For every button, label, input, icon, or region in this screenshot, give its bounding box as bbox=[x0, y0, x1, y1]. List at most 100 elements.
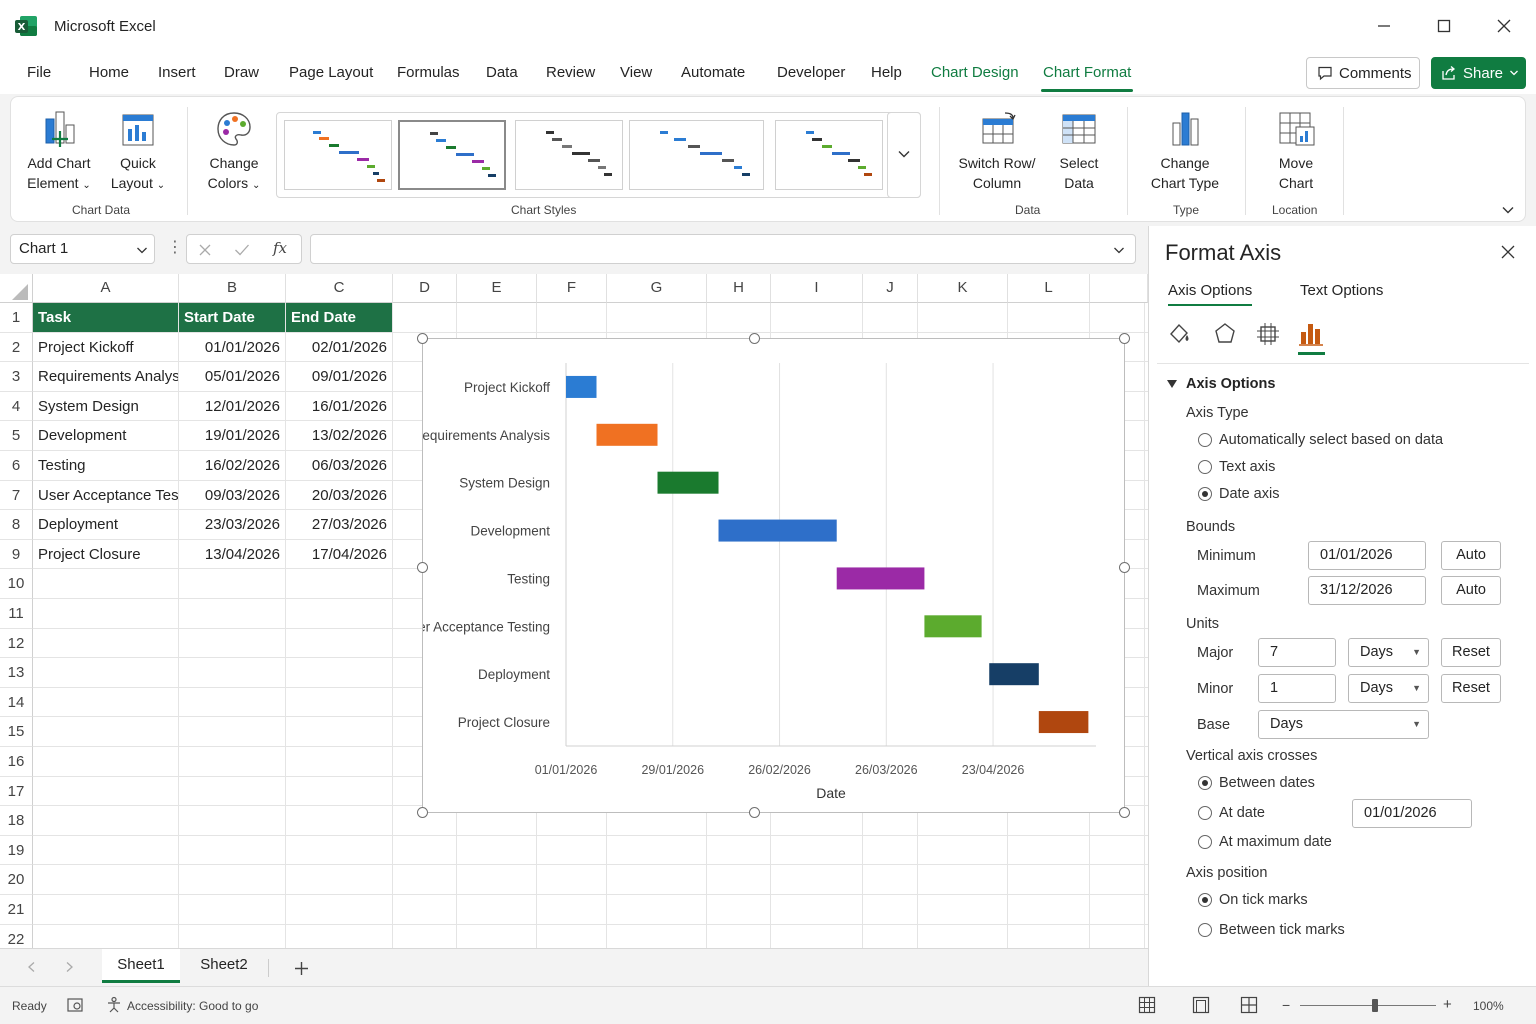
table-cell[interactable]: 16/01/2026 bbox=[286, 391, 393, 422]
table-cell[interactable]: 23/03/2026 bbox=[179, 510, 286, 540]
tab-review[interactable]: Review bbox=[546, 64, 595, 81]
table-cell[interactable]: Project Closure bbox=[33, 539, 179, 570]
zoom-in-button[interactable]: + bbox=[1443, 996, 1452, 1013]
table-cell[interactable]: 12/01/2026 bbox=[179, 391, 286, 422]
chart-style-3[interactable] bbox=[515, 120, 623, 190]
table-header-cell[interactable]: Start Date bbox=[179, 303, 286, 333]
zoom-level[interactable]: 100% bbox=[1473, 999, 1504, 1013]
select-all-corner[interactable] bbox=[0, 274, 33, 303]
table-cell[interactable]: 06/03/2026 bbox=[286, 451, 393, 481]
resize-handle-top[interactable] bbox=[749, 333, 760, 344]
row-header-19[interactable]: 19 bbox=[0, 835, 33, 866]
add-sheet-icon[interactable] bbox=[294, 961, 309, 976]
column-header-b[interactable]: B bbox=[179, 274, 286, 303]
fill-line-icon[interactable] bbox=[1166, 321, 1192, 347]
size-properties-icon[interactable] bbox=[1255, 321, 1281, 347]
table-cell[interactable]: Testing bbox=[33, 451, 179, 481]
minor-unit-select[interactable]: Days ▼ bbox=[1348, 674, 1429, 703]
resize-handle-left[interactable] bbox=[417, 562, 428, 573]
row-header-16[interactable]: 16 bbox=[0, 747, 33, 777]
column-header-d[interactable]: D bbox=[393, 274, 457, 303]
zoom-slider-track[interactable] bbox=[1300, 1005, 1436, 1006]
row-header-12[interactable]: 12 bbox=[0, 628, 33, 659]
row-header-8[interactable]: 8 bbox=[0, 510, 33, 540]
change-chart-type-button[interactable]: Change Chart Type bbox=[1141, 109, 1229, 193]
normal-view-icon[interactable] bbox=[1138, 996, 1156, 1014]
radio-between-tick-marks[interactable] bbox=[1198, 923, 1212, 937]
row-header-3[interactable]: 3 bbox=[0, 362, 33, 392]
row-header-15[interactable]: 15 bbox=[0, 717, 33, 747]
row-header-5[interactable]: 5 bbox=[0, 421, 33, 451]
page-break-view-icon[interactable] bbox=[1240, 996, 1258, 1014]
column-header-f[interactable]: F bbox=[537, 274, 607, 303]
row-header-2[interactable]: 2 bbox=[0, 332, 33, 363]
table-cell[interactable]: 13/04/2026 bbox=[179, 539, 286, 570]
radio-on-tick-marks-label[interactable]: On tick marks bbox=[1219, 892, 1308, 908]
row-header-6[interactable]: 6 bbox=[0, 451, 33, 481]
maximize-button[interactable] bbox=[1426, 10, 1462, 42]
maximum-bound-input[interactable]: 31/12/2026 bbox=[1308, 576, 1426, 605]
radio-date-axis[interactable] bbox=[1198, 487, 1212, 501]
radio-auto-axis[interactable] bbox=[1198, 433, 1212, 447]
major-unit-input[interactable]: 7 bbox=[1258, 638, 1336, 667]
table-cell[interactable]: 02/01/2026 bbox=[286, 332, 393, 363]
resize-handle-top-right[interactable] bbox=[1119, 333, 1130, 344]
minor-reset-button[interactable]: Reset bbox=[1441, 674, 1501, 703]
chart-style-4[interactable] bbox=[629, 120, 764, 190]
macro-recording-icon[interactable] bbox=[66, 996, 86, 1014]
chart-style-1[interactable] bbox=[284, 120, 392, 190]
tab-view[interactable]: View bbox=[620, 64, 652, 81]
table-cell[interactable]: Deployment bbox=[33, 510, 179, 540]
collapse-ribbon-icon[interactable] bbox=[1501, 203, 1515, 217]
tab-developer[interactable]: Developer bbox=[777, 64, 845, 81]
radio-text-axis-label[interactable]: Text axis bbox=[1219, 459, 1275, 475]
table-cell[interactable]: 17/04/2026 bbox=[286, 539, 393, 570]
accessibility-icon[interactable] bbox=[105, 996, 123, 1014]
row-header-11[interactable]: 11 bbox=[0, 599, 33, 629]
major-unit-select[interactable]: Days ▼ bbox=[1348, 638, 1429, 667]
share-button[interactable]: Share bbox=[1431, 57, 1526, 89]
switch-row-column-button[interactable]: Switch Row/ Column bbox=[951, 109, 1043, 193]
chevron-down-icon[interactable] bbox=[1113, 244, 1125, 256]
quick-layout-button[interactable]: Quick Layout ⌄ bbox=[105, 109, 171, 196]
effects-icon[interactable] bbox=[1212, 321, 1238, 347]
add-chart-element-button[interactable]: Add Chart Element ⌄ bbox=[23, 109, 95, 196]
radio-between-dates[interactable] bbox=[1198, 776, 1212, 790]
column-header-g[interactable]: G bbox=[607, 274, 707, 303]
table-cell[interactable]: User Acceptance Testing bbox=[33, 480, 179, 511]
gantt-chart[interactable]: 01/01/2026 29/01/2026 26/02/2026 26/03/2026… bbox=[402, 338, 1125, 813]
chart-style-5[interactable] bbox=[775, 120, 883, 190]
table-cell[interactable]: 16/02/2026 bbox=[179, 451, 286, 481]
radio-on-tick-marks[interactable] bbox=[1198, 893, 1212, 907]
name-box[interactable]: Chart 1 bbox=[10, 234, 155, 264]
row-header-20[interactable]: 20 bbox=[0, 865, 33, 895]
table-cell[interactable]: Development bbox=[33, 421, 179, 451]
column-header-e[interactable]: E bbox=[457, 274, 537, 303]
table-cell[interactable]: 27/03/2026 bbox=[286, 510, 393, 540]
tab-insert[interactable]: Insert bbox=[158, 64, 196, 81]
zoom-out-button[interactable]: − bbox=[1282, 997, 1290, 1013]
tab-file[interactable]: File bbox=[27, 64, 51, 81]
accessibility-status[interactable]: Accessibility: Good to go bbox=[127, 999, 258, 1013]
table-header-cell[interactable]: Task bbox=[33, 303, 179, 333]
cancel-icon[interactable] bbox=[198, 243, 212, 257]
row-header-7[interactable]: 7 bbox=[0, 480, 33, 511]
tab-page-layout[interactable]: Page Layout bbox=[289, 64, 373, 81]
change-colors-button[interactable]: Change Colors ⌄ bbox=[201, 109, 267, 196]
column-header-a[interactable]: A bbox=[33, 274, 179, 303]
chart-style-2[interactable] bbox=[398, 120, 506, 190]
select-data-button[interactable]: Select Data bbox=[1049, 109, 1109, 193]
sheet-tab-sheet2[interactable]: Sheet2 bbox=[188, 949, 260, 983]
section-axis-options[interactable]: Axis Options bbox=[1186, 376, 1275, 392]
row-header-10[interactable]: 10 bbox=[0, 569, 33, 599]
row-header-14[interactable]: 14 bbox=[0, 687, 33, 718]
close-pane-icon[interactable] bbox=[1501, 245, 1515, 259]
table-cell[interactable]: 19/01/2026 bbox=[179, 421, 286, 451]
table-cell[interactable]: 13/02/2026 bbox=[286, 421, 393, 451]
minimize-button[interactable] bbox=[1366, 10, 1402, 42]
tab-chart-design[interactable]: Chart Design bbox=[931, 64, 1019, 81]
column-header-h[interactable]: H bbox=[707, 274, 771, 303]
column-header-c[interactable]: C bbox=[286, 274, 393, 303]
minimum-bound-input[interactable]: 01/01/2026 bbox=[1308, 541, 1426, 570]
tab-draw[interactable]: Draw bbox=[224, 64, 259, 81]
